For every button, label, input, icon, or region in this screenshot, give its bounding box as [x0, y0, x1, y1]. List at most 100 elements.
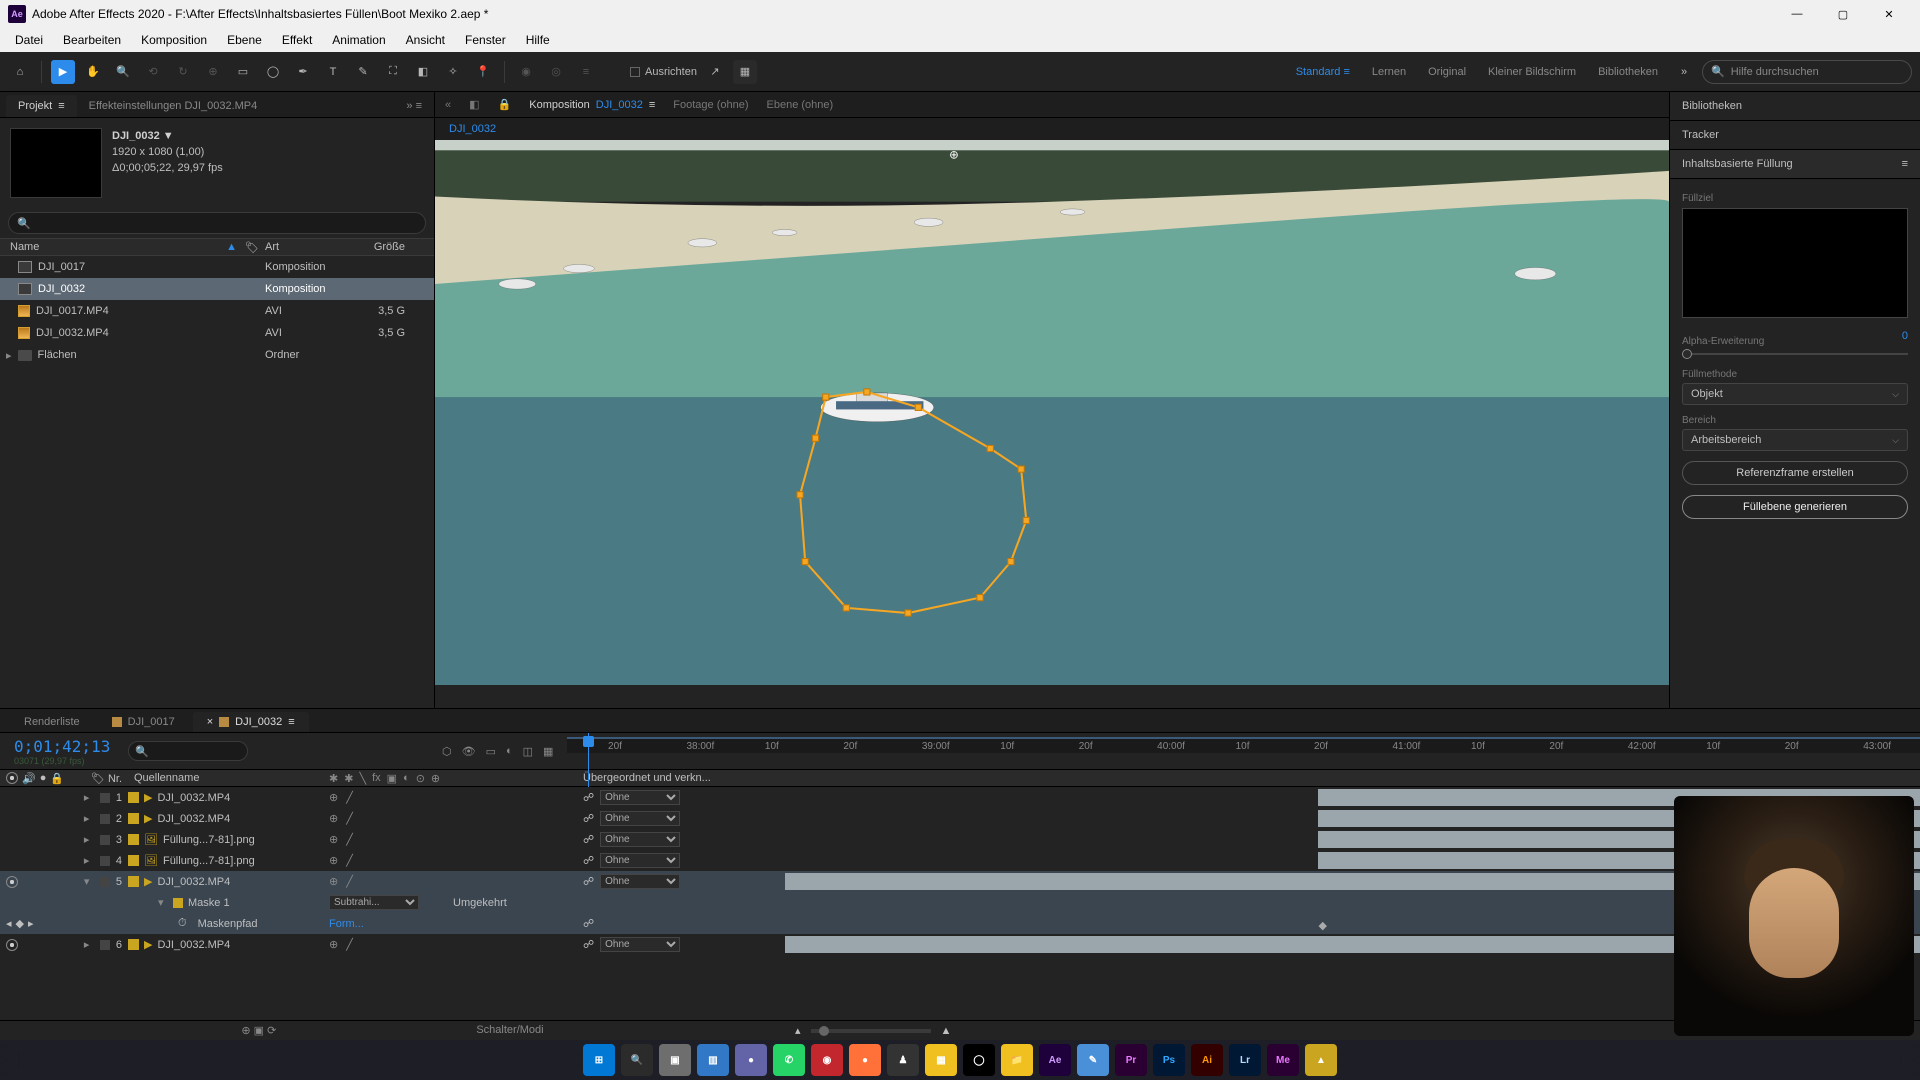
alpha-slider[interactable]: [1682, 349, 1692, 359]
snap-checkbox[interactable]: Ausrichten: [630, 66, 697, 78]
home-tool[interactable]: ⌂: [8, 60, 32, 84]
snap-options[interactable]: ↗: [703, 60, 727, 84]
tab-footage[interactable]: Footage (ohne): [673, 99, 748, 111]
tab-layer[interactable]: Ebene (ohne): [767, 99, 834, 111]
orbit-tool[interactable]: ⟲: [141, 60, 165, 84]
col-source[interactable]: Quellenname: [128, 772, 323, 784]
timeline-layer[interactable]: ▾5 ▶DJI_0032.MP4 ⊕╱ ☍Ohne: [0, 871, 1920, 892]
libraries-tab[interactable]: Bibliotheken: [1670, 92, 1920, 121]
anchor-tool[interactable]: ⊕: [201, 60, 225, 84]
alpha-value[interactable]: 0: [1902, 330, 1908, 347]
col-type[interactable]: Art: [265, 241, 355, 253]
taskbar-app[interactable]: ◉: [811, 1044, 843, 1076]
project-tab[interactable]: Projekt ≡: [6, 95, 77, 117]
clone-tool[interactable]: ⛶: [381, 60, 405, 84]
mask-row[interactable]: ▾Maske 1 Subtrahi... Umgekehrt: [0, 892, 1920, 913]
shape-fill[interactable]: ◉: [514, 60, 538, 84]
col-parent[interactable]: Übergeordnet und verkn...: [583, 772, 763, 784]
tl-graph-editor-icon[interactable]: ◫: [523, 745, 533, 758]
taskbar-app[interactable]: ▲: [1305, 1044, 1337, 1076]
tl-motion-blur-icon[interactable]: ◐: [506, 745, 513, 758]
pen-tool[interactable]: ✒: [291, 60, 315, 84]
puppet-tool[interactable]: 📍: [471, 60, 495, 84]
col-size[interactable]: Größe: [355, 241, 415, 253]
project-search[interactable]: 🔍: [8, 212, 426, 234]
workspace-learn[interactable]: Lernen: [1364, 62, 1414, 82]
menu-view[interactable]: Ansicht: [397, 30, 454, 50]
viewer-lock[interactable]: 🔒: [498, 98, 512, 111]
shape-stroke[interactable]: ◎: [544, 60, 568, 84]
maximize-button[interactable]: ▢: [1820, 0, 1866, 28]
zoom-tool[interactable]: 🔍: [111, 60, 135, 84]
tl-brain-icon[interactable]: ▦: [543, 745, 553, 758]
tl-graph-icon[interactable]: ⬡: [442, 745, 452, 758]
effect-controls-tab[interactable]: Effekteinstellungen DJI_0032.MP4» ≡: [77, 95, 434, 117]
timeline-tab-2[interactable]: ×DJI_0032≡: [193, 712, 309, 732]
project-item[interactable]: ▸FlächenOrdner: [0, 344, 434, 366]
current-timecode[interactable]: 0;01;42;13: [14, 737, 128, 756]
help-search[interactable]: 🔍 Hilfe durchsuchen: [1702, 60, 1912, 84]
menu-composition[interactable]: Komposition: [132, 30, 216, 50]
eraser-tool[interactable]: ◧: [411, 60, 435, 84]
taskbar-app[interactable]: ●: [849, 1044, 881, 1076]
menu-layer[interactable]: Ebene: [218, 30, 271, 50]
menu-file[interactable]: Datei: [6, 30, 52, 50]
taskbar-app[interactable]: 🔍: [621, 1044, 653, 1076]
viewer-fwd[interactable]: ◧: [469, 98, 479, 111]
shape-width[interactable]: ≡: [574, 60, 598, 84]
taskbar-app[interactable]: Ae: [1039, 1044, 1071, 1076]
col-visibility-icon[interactable]: [6, 772, 18, 784]
taskbar-app[interactable]: Ai: [1191, 1044, 1223, 1076]
mask-path-row[interactable]: ◂◆▸ ⏱Maskenpfad Form...☍ ◆◆ ◆: [0, 913, 1920, 934]
timeline-layer[interactable]: ▸6 ▶DJI_0032.MP4 ⊕╱ ☍Ohne: [0, 934, 1920, 955]
render-queue-tab[interactable]: Renderliste: [10, 712, 94, 732]
timeline-layer[interactable]: ▸4 🖼Füllung...7-81].png ⊕╱ ☍Ohne: [0, 850, 1920, 871]
workspace-original[interactable]: Original: [1420, 62, 1474, 82]
hand-tool[interactable]: ✋: [81, 60, 105, 84]
selection-tool[interactable]: ▶: [51, 60, 75, 84]
comp-breadcrumb[interactable]: DJI_0032: [435, 118, 1669, 140]
project-item[interactable]: DJI_0017Komposition: [0, 256, 434, 278]
rotate-tool[interactable]: ↻: [171, 60, 195, 84]
tl-shy-icon[interactable]: 👁: [462, 745, 476, 758]
text-tool[interactable]: T: [321, 60, 345, 84]
taskbar-app[interactable]: ♟: [887, 1044, 919, 1076]
timeline-layer[interactable]: ▸3 🖼Füllung...7-81].png ⊕╱ ☍Ohne: [0, 829, 1920, 850]
taskbar-app[interactable]: Pr: [1115, 1044, 1147, 1076]
grid-toggle[interactable]: ▦: [733, 60, 757, 84]
menu-help[interactable]: Hilfe: [517, 30, 559, 50]
toggle-switches-button[interactable]: Schalter/Modi: [476, 1024, 543, 1037]
taskbar-app[interactable]: ◯: [963, 1044, 995, 1076]
timeline-search[interactable]: 🔍: [128, 741, 248, 761]
project-item[interactable]: DJI_0017.MP4AVI3,5 G: [0, 300, 434, 322]
taskbar-app[interactable]: Lr: [1229, 1044, 1261, 1076]
create-reference-frame-button[interactable]: Referenzframe erstellen: [1682, 461, 1908, 485]
ellipse-tool[interactable]: ◯: [261, 60, 285, 84]
timeline-layer[interactable]: ▸2 ▶DJI_0032.MP4 ⊕╱ ☍Ohne: [0, 808, 1920, 829]
menu-edit[interactable]: Bearbeiten: [54, 30, 130, 50]
menu-animation[interactable]: Animation: [323, 30, 394, 50]
taskbar-app[interactable]: ✆: [773, 1044, 805, 1076]
workspace-small[interactable]: Kleiner Bildschirm: [1480, 62, 1584, 82]
taskbar-app[interactable]: ▦: [925, 1044, 957, 1076]
project-item[interactable]: DJI_0032Komposition: [0, 278, 434, 300]
taskbar-app[interactable]: ▣: [659, 1044, 691, 1076]
rect-tool[interactable]: ▭: [231, 60, 255, 84]
tl-frame-blend-icon[interactable]: ▭: [486, 745, 496, 758]
fill-method-dropdown[interactable]: Objekt: [1682, 383, 1908, 405]
menu-effect[interactable]: Effekt: [273, 30, 321, 50]
taskbar-app[interactable]: ✎: [1077, 1044, 1109, 1076]
minimize-button[interactable]: —: [1774, 0, 1820, 28]
viewer-back[interactable]: «: [445, 99, 451, 111]
menu-window[interactable]: Fenster: [456, 30, 515, 50]
fill-range-dropdown[interactable]: Arbeitsbereich: [1682, 429, 1908, 451]
workspace-libraries[interactable]: Bibliotheken: [1590, 62, 1666, 82]
taskbar-app[interactable]: Ps: [1153, 1044, 1185, 1076]
taskbar-app[interactable]: 📁: [1001, 1044, 1033, 1076]
roto-tool[interactable]: ✧: [441, 60, 465, 84]
workspace-standard[interactable]: Standard ≡: [1288, 62, 1358, 82]
time-ruler[interactable]: 20f38:00f10f20f39:00f10f20f40:00f10f20f4…: [567, 733, 1920, 769]
timeline-layer[interactable]: ▸1 ▶DJI_0032.MP4 ⊕╱ ☍Ohne: [0, 787, 1920, 808]
tracker-tab[interactable]: Tracker: [1670, 121, 1920, 150]
taskbar-app[interactable]: Me: [1267, 1044, 1299, 1076]
